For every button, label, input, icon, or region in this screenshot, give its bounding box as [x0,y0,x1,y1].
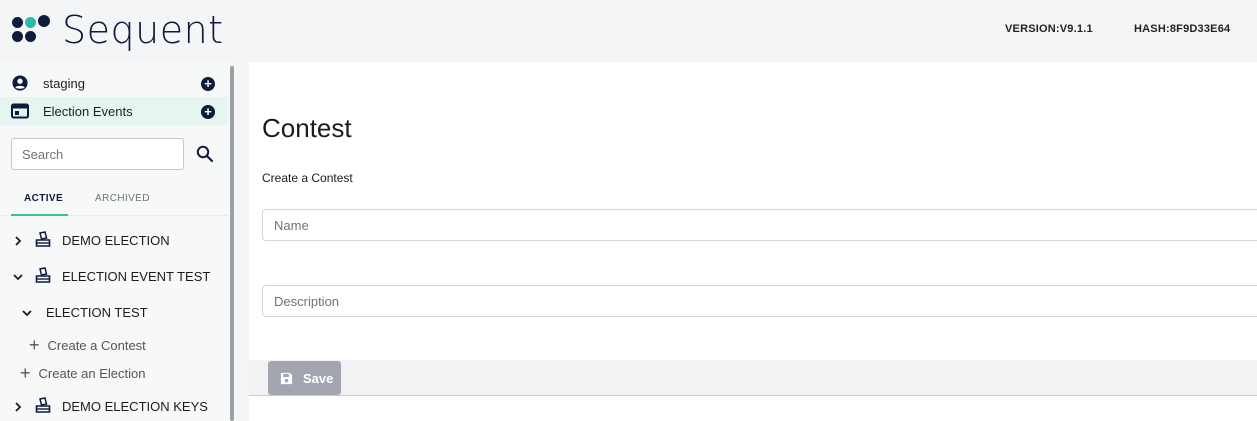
ballot-box-icon [35,397,51,413]
description-input[interactable] [263,286,1257,316]
plus-icon: + [29,335,40,355]
tree-item-election-event-test[interactable]: ELECTION EVENT TEST [62,269,210,284]
page-title: Contest [262,113,352,143]
logo-mark-icon [10,13,60,47]
chevron-right-icon[interactable] [12,401,24,413]
sidebar-item-label: Election Events [43,103,133,119]
sidebar-item-election-events[interactable]: Election Events + [0,97,228,125]
sidebar-item-tenant[interactable]: staging + [0,69,228,97]
hash-label: HASH:8F9D33E64 [1134,23,1231,35]
save-icon [280,372,293,384]
ballot-box-icon [35,231,51,247]
create-contest-link[interactable]: + Create a Contest [29,336,146,354]
name-field[interactable] [262,209,1257,241]
save-button-label: Save [303,370,334,386]
tree-item-election-test[interactable]: ELECTION TEST [46,305,148,320]
name-input[interactable] [263,210,1257,240]
chevron-right-icon[interactable] [12,235,24,247]
search-icon[interactable] [195,144,215,164]
add-election-event-icon[interactable]: + [201,105,215,119]
ballot-box-icon [35,267,51,283]
plus-icon: + [20,363,31,383]
status-tabs: ACTIVE ARCHIVED [0,183,228,216]
tab-active-indicator [11,214,68,216]
chevron-down-icon[interactable] [21,307,33,319]
chevron-down-icon[interactable] [12,271,24,283]
save-button[interactable]: Save [268,361,341,395]
sidebar-item-label: staging [43,75,85,91]
description-field[interactable] [262,285,1257,317]
create-contest-label: Create a Contest [47,337,146,353]
sequent-logo[interactable]: Sequent [10,8,224,52]
search-field[interactable] [11,138,184,170]
page-subtitle: Create a Contest [262,171,353,185]
version-label: VERSION:V9.1.1 [1005,23,1093,35]
sidebar-scrollbar[interactable] [230,66,234,421]
search-input[interactable] [12,139,183,169]
tree-item-demo-election-keys[interactable]: DEMO ELECTION KEYS [62,399,208,414]
app-header: Sequent VERSION:V9.1.1 HASH:8F9D33E64 [0,0,1257,62]
tab-archived[interactable]: ARCHIVED [95,193,150,204]
election-events-icon [11,103,29,119]
tree-item-demo-election[interactable]: DEMO ELECTION [62,233,170,248]
account-circle-icon [12,75,28,91]
brand-name: Sequent [62,8,224,52]
add-tenant-icon[interactable]: + [201,77,215,91]
tab-active[interactable]: ACTIVE [24,193,63,204]
create-election-link[interactable]: + Create an Election [20,364,145,382]
form-toolbar [249,360,1257,396]
create-election-label: Create an Election [38,365,146,381]
